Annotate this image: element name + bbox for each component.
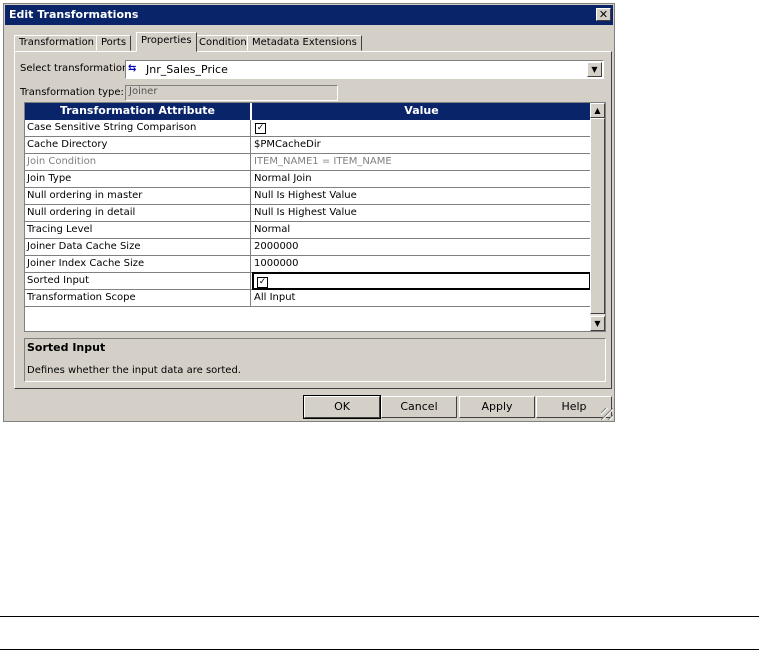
checkbox-sorted-input[interactable]: ✓	[257, 277, 268, 288]
attribute-cell: Join Condition	[25, 154, 251, 170]
table-row[interactable]: Null ordering in detail Null Is Highest …	[25, 205, 591, 222]
value-cell[interactable]: Normal	[252, 222, 591, 238]
divider	[0, 649, 759, 650]
table-row[interactable]: Joiner Index Cache Size 1000000	[25, 256, 591, 273]
table-row[interactable]: Tracing Level Normal	[25, 222, 591, 239]
vertical-scrollbar[interactable]: ▲ ▼	[590, 103, 605, 331]
value-cell[interactable]: 1000000	[252, 256, 591, 272]
scroll-up-button[interactable]: ▲	[590, 103, 605, 118]
tab-transformation[interactable]: Transformation	[14, 35, 100, 51]
divider	[0, 616, 759, 617]
table-row[interactable]: Cache Directory $PMCacheDir	[25, 137, 591, 154]
arrow-up-icon: ▲	[594, 106, 601, 115]
attribute-cell: Join Type	[25, 171, 251, 187]
close-icon: ✕	[598, 8, 609, 21]
column-header-attribute[interactable]: Transformation Attribute	[25, 103, 251, 120]
cancel-button[interactable]: Cancel	[381, 396, 457, 418]
arrow-down-icon: ▼	[594, 319, 601, 328]
table-row[interactable]: Null ordering in master Null Is Highest …	[25, 188, 591, 205]
description-text: Defines whether the input data are sorte…	[27, 365, 241, 376]
check-icon: ✓	[258, 277, 267, 287]
select-transformation-label: Select transformation:	[20, 63, 132, 74]
attribute-cell: Joiner Data Cache Size	[25, 239, 251, 255]
scroll-down-button[interactable]: ▼	[590, 316, 605, 331]
tab-ports[interactable]: Ports	[96, 35, 132, 51]
checkbox-case-sensitive[interactable]: ✓	[255, 123, 266, 134]
properties-grid: Transformation Attribute Value Case Sens…	[24, 102, 606, 332]
transformation-type-field: Joiner	[125, 85, 338, 101]
table-row[interactable]: Case Sensitive String Comparison ✓	[25, 120, 591, 137]
attribute-cell: Transformation Scope	[25, 290, 251, 306]
value-cell[interactable]: ✓	[252, 272, 591, 290]
tab-condition[interactable]: Condition	[194, 35, 252, 51]
value-cell[interactable]: All Input	[252, 290, 591, 306]
value-cell[interactable]: Null Is Highest Value	[252, 205, 591, 221]
table-row[interactable]: Joiner Data Cache Size 2000000	[25, 239, 591, 256]
description-title: Sorted Input	[27, 341, 106, 354]
value-cell[interactable]: Null Is Highest Value	[252, 188, 591, 204]
edit-transformations-dialog: Edit Transformations ✕ Transformation Po…	[3, 3, 615, 422]
ok-button[interactable]: OK	[303, 395, 381, 419]
table-row[interactable]: Transformation Scope All Input	[25, 290, 591, 307]
description-panel: Sorted Input Defines whether the input d…	[24, 338, 606, 382]
apply-button[interactable]: Apply	[459, 396, 535, 418]
attribute-cell: Case Sensitive String Comparison	[25, 120, 251, 136]
tab-metadata-extensions[interactable]: Metadata Extensions	[247, 35, 362, 51]
resize-grip-icon[interactable]	[601, 408, 613, 420]
attribute-cell: Null ordering in detail	[25, 205, 251, 221]
attribute-cell: Tracing Level	[25, 222, 251, 238]
attribute-cell: Cache Directory	[25, 137, 251, 153]
tab-properties[interactable]: Properties	[136, 32, 197, 52]
check-icon: ✓	[256, 123, 265, 133]
close-button[interactable]: ✕	[596, 8, 611, 21]
joiner-icon: ⇆	[128, 63, 137, 74]
select-transformation-dropdown[interactable]: ⇆ Jnr_Sales_Price ▼	[125, 60, 604, 79]
title-bar[interactable]: Edit Transformations ✕	[5, 5, 613, 25]
value-cell[interactable]: ITEM_NAME1 = ITEM_NAME	[252, 154, 591, 170]
attribute-cell: Sorted Input	[25, 273, 251, 289]
dialog-title: Edit Transformations	[9, 8, 139, 21]
value-cell[interactable]: Normal Join	[252, 171, 591, 187]
value-cell[interactable]: 2000000	[252, 239, 591, 255]
select-transformation-value: Jnr_Sales_Price	[146, 63, 228, 76]
table-row[interactable]: Sorted Input ✓	[25, 272, 591, 290]
attribute-cell: Joiner Index Cache Size	[25, 256, 251, 272]
table-row[interactable]: Join Type Normal Join	[25, 171, 591, 188]
table-row[interactable]: Join Condition ITEM_NAME1 = ITEM_NAME	[25, 154, 591, 171]
column-header-value[interactable]: Value	[252, 103, 591, 120]
value-cell[interactable]: ✓	[252, 120, 591, 136]
dropdown-arrow-icon[interactable]: ▼	[587, 62, 602, 77]
value-cell[interactable]: $PMCacheDir	[252, 137, 591, 153]
scroll-thumb[interactable]	[590, 118, 605, 314]
attribute-cell: Null ordering in master	[25, 188, 251, 204]
transformation-type-label: Transformation type:	[20, 87, 124, 98]
